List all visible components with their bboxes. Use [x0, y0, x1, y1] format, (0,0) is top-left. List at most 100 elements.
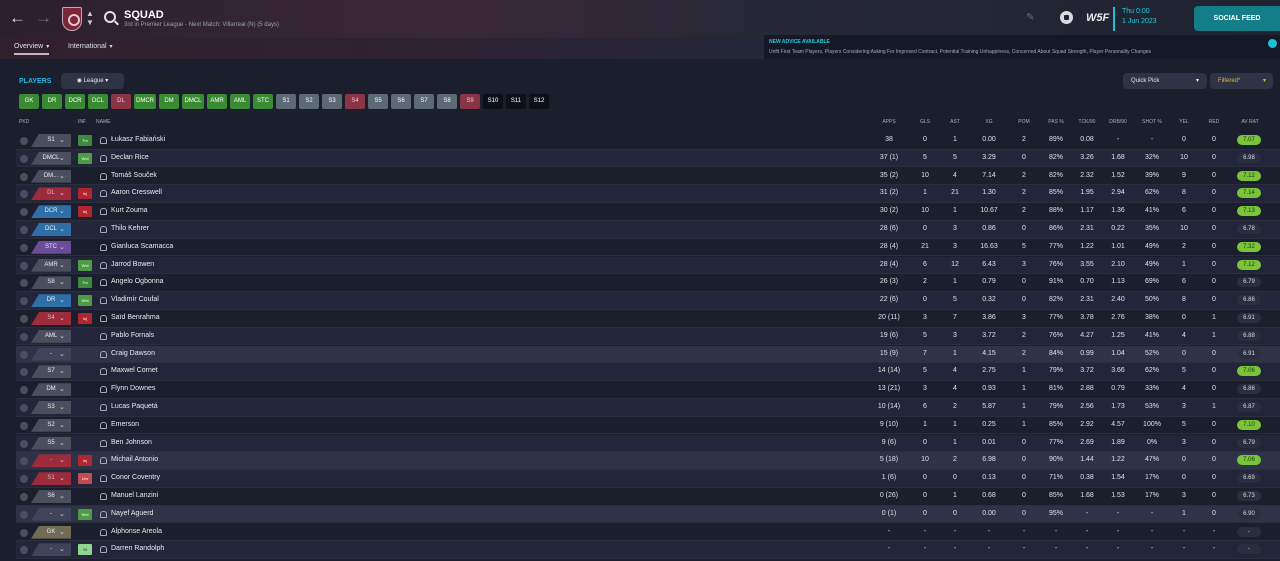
- chevron-down-icon[interactable]: ⌄: [59, 545, 65, 553]
- position-button-s12[interactable]: S12: [529, 94, 549, 109]
- pick-checkbox[interactable]: [20, 404, 28, 412]
- position-button-dm[interactable]: DM: [159, 94, 179, 109]
- player-name[interactable]: Maxwel Cornet: [111, 367, 158, 374]
- pick-checkbox[interactable]: [20, 350, 28, 359]
- picked-position-select[interactable]: DM...: [31, 169, 71, 183]
- table-row[interactable]: S8 ⌄ Tm Angelo Ogbonna 26 (3) 2 1 0.79 0 91% 0.70 1…: [16, 274, 1280, 293]
- table-row[interactable]: GK ⌄ Alphonse Areola - - - - - - - - - - - -: [16, 524, 1280, 542]
- picked-position-select[interactable]: -: [31, 507, 71, 521]
- column-header-avrat[interactable]: AV RAT: [1237, 119, 1263, 125]
- chevron-down-icon[interactable]: ⌄: [59, 296, 65, 304]
- position-button-s5[interactable]: S5: [368, 94, 388, 109]
- chevron-down-icon[interactable]: ⌄: [59, 243, 65, 251]
- pick-checkbox[interactable]: [20, 332, 28, 341]
- position-button-s9[interactable]: S9: [460, 94, 480, 109]
- column-header-pkd[interactable]: PKD: [19, 119, 43, 125]
- picked-position-select[interactable]: AMR: [31, 258, 71, 272]
- table-row[interactable]: S4 ⌄ Inj Saïd Benrahma 20 (11) 3 7 3.86 3 77% 3.78…: [16, 310, 1280, 328]
- position-button-dcr[interactable]: DCR: [65, 94, 85, 109]
- picked-position-select[interactable]: S5: [31, 436, 71, 450]
- picked-position-select[interactable]: DMCL: [31, 151, 71, 165]
- game-date[interactable]: Thu 0:00 1 Jun 2023: [1113, 7, 1191, 31]
- picked-position-select[interactable]: S7: [31, 365, 71, 379]
- pick-checkbox[interactable]: [20, 439, 28, 448]
- chevron-down-icon[interactable]: ⌄: [59, 225, 65, 233]
- chevron-down-icon[interactable]: ⌄: [59, 332, 65, 340]
- chevron-down-icon[interactable]: ⌄: [59, 136, 65, 144]
- pick-checkbox[interactable]: [20, 528, 28, 537]
- player-name[interactable]: Ben Johnson: [111, 439, 152, 446]
- position-button-s6[interactable]: S6: [391, 94, 411, 109]
- table-row[interactable]: S1 ⌄ Tm Łukasz Fabiański 38 0 1 0.00 2 89% 0.08 - - 0…: [16, 132, 1280, 150]
- picked-position-select[interactable]: S1: [31, 134, 71, 147]
- picked-position-select[interactable]: S3: [31, 401, 71, 414]
- tab-international[interactable]: International ▾: [68, 43, 113, 50]
- column-header-drb[interactable]: DRB/90: [1104, 119, 1132, 125]
- table-row[interactable]: STC ⌄ Gianluca Scamacca 28 (4) 21 3 16.63 5 77% 1…: [16, 239, 1280, 257]
- social-feed-button[interactable]: SOCIAL FEED: [1194, 6, 1280, 31]
- position-button-s10[interactable]: S10: [483, 94, 503, 109]
- picked-position-select[interactable]: STC: [31, 240, 71, 254]
- pick-checkbox[interactable]: [20, 421, 28, 430]
- table-row[interactable]: DM... ⌄ Tomáš Souček 35 (2) 10 4 7.14 2 82% 2.32 1…: [16, 168, 1280, 186]
- pick-checkbox[interactable]: [20, 510, 28, 519]
- table-row[interactable]: DL ⌄ Inj Aaron Cresswell 31 (2) 1 21 1.30 2 85% 1.…: [16, 185, 1280, 204]
- player-name[interactable]: Gianluca Scamacca: [111, 243, 173, 250]
- advice-banner[interactable]: NEW ADVICE AVAILABLE Unfit First Team Pl…: [764, 35, 1280, 59]
- player-name[interactable]: Thilo Kehrer: [111, 225, 149, 232]
- chevron-down-icon[interactable]: ⌄: [59, 367, 65, 375]
- pick-checkbox[interactable]: [20, 457, 28, 466]
- pick-checkbox[interactable]: [20, 208, 28, 217]
- pick-checkbox[interactable]: [20, 297, 28, 306]
- table-row[interactable]: DMCL ⌄ Wnt Declan Rice 37 (1) 5 5 3.29 0 82% 3.26 1…: [16, 149, 1280, 168]
- table-row[interactable]: S1 ⌄ Unr Conor Coventry 1 (6) 0 0 0.13 0 71% 0.38 1…: [16, 470, 1280, 488]
- chevron-down-icon[interactable]: ⌄: [59, 207, 65, 215]
- pick-checkbox[interactable]: [20, 475, 28, 484]
- table-row[interactable]: DM ⌄ Flynn Downes 13 (21) 3 4 0.93 1 81% 2.88 0.79…: [16, 381, 1280, 399]
- table-row[interactable]: S5 ⌄ Ben Johnson 9 (6) 0 1 0.01 0 77% 2.69 1.89 0% 3…: [16, 434, 1280, 453]
- picked-position-select[interactable]: S4: [31, 312, 71, 325]
- pick-checkbox[interactable]: [20, 261, 28, 270]
- pick-checkbox[interactable]: [20, 368, 28, 377]
- position-button-s2[interactable]: S2: [299, 94, 319, 109]
- table-row[interactable]: DCR ⌄ Inj Kurt Zouma 30 (2) 10 1 10.67 2 88% 1.17 1…: [16, 203, 1280, 221]
- picked-position-select[interactable]: AML: [31, 329, 71, 343]
- chevron-down-icon[interactable]: ⌄: [59, 350, 65, 358]
- match-ball-icon[interactable]: [1060, 11, 1073, 24]
- table-row[interactable]: AML ⌄ Pablo Fornals 19 (6) 5 3 3.72 2 76% 4.27 1.2…: [16, 327, 1280, 346]
- column-header-pas[interactable]: PAS %: [1044, 119, 1068, 125]
- quick-pick-dropdown[interactable]: Quick Pick ▾: [1123, 73, 1207, 89]
- chevron-down-icon[interactable]: ⌄: [59, 528, 65, 536]
- tab-overview[interactable]: Overview ▾: [14, 43, 50, 55]
- position-button-dmcl[interactable]: DMCL: [182, 94, 204, 109]
- player-name[interactable]: Tomáš Souček: [111, 172, 157, 179]
- player-name[interactable]: Kurt Zouma: [111, 207, 148, 214]
- picked-position-select[interactable]: DL: [31, 187, 71, 201]
- column-header-red[interactable]: RED: [1204, 119, 1224, 125]
- player-name[interactable]: Aaron Cresswell: [111, 189, 162, 196]
- chevron-down-icon[interactable]: ⌄: [59, 261, 65, 269]
- player-name[interactable]: Jarrod Bowen: [111, 261, 154, 268]
- table-row[interactable]: - ⌄ Craig Dawson 15 (9) 7 1 4.15 2 84% 0.99 1.04 52…: [16, 345, 1280, 364]
- column-header-gls[interactable]: GLS: [915, 119, 935, 125]
- back-arrow-icon[interactable]: ←: [9, 9, 26, 27]
- position-button-s1[interactable]: S1: [276, 94, 296, 109]
- pick-checkbox[interactable]: [20, 226, 28, 234]
- position-button-dcl[interactable]: DCL: [88, 94, 108, 109]
- edit-pencil-icon[interactable]: ✎: [1026, 12, 1034, 23]
- player-name[interactable]: Craig Dawson: [111, 350, 155, 357]
- column-header-pom[interactable]: POM: [1014, 119, 1034, 125]
- picked-position-select[interactable]: S1: [31, 472, 71, 486]
- picked-position-select[interactable]: DCR: [31, 205, 71, 219]
- position-button-dl[interactable]: DL: [111, 94, 131, 109]
- player-name[interactable]: Łukasz Fabiański: [111, 136, 165, 143]
- league-dropdown[interactable]: ◉ League ▾: [61, 73, 124, 89]
- chevron-down-icon[interactable]: ⌄: [59, 385, 65, 393]
- pick-checkbox[interactable]: [20, 279, 28, 288]
- player-name[interactable]: Emerson: [111, 421, 139, 428]
- pick-checkbox[interactable]: [20, 172, 28, 181]
- table-row[interactable]: S3 ⌄ Lucas Paquetá 10 (14) 6 2 5.87 1 79% 2.56 1.7…: [16, 399, 1280, 417]
- player-name[interactable]: Declan Rice: [111, 154, 149, 161]
- picked-position-select[interactable]: -: [31, 543, 71, 557]
- position-button-stc[interactable]: STC: [253, 94, 273, 109]
